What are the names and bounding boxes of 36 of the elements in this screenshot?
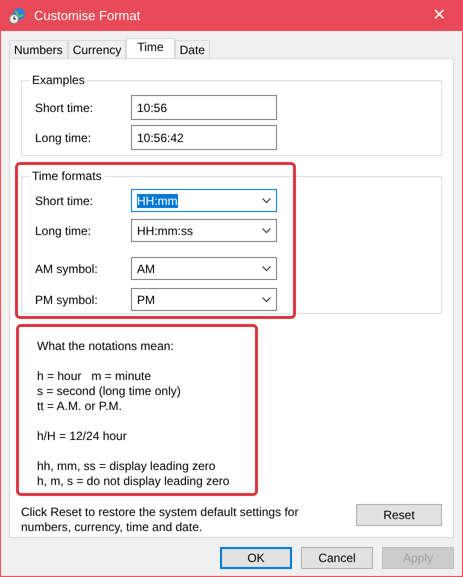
dropdown-field[interactable]: HH:mm	[131, 189, 277, 212]
dialog-button[interactable]: Cancel	[301, 547, 373, 569]
dropdown-field[interactable]: PM	[131, 288, 277, 311]
input-field[interactable]: 10:56	[131, 95, 277, 120]
notes-line: h/H = 12/24 hour	[37, 429, 128, 444]
notes-line: h, m, s = do not display leading zero	[37, 474, 230, 489]
dropdown-field[interactable]: HH:mm:ss	[131, 219, 277, 242]
field-label: Long time:	[35, 222, 92, 240]
reset-button[interactable]: Reset	[356, 504, 442, 526]
field-label: PM symbol:	[35, 292, 99, 308]
input-field[interactable]: 10:56:42	[131, 125, 277, 150]
notes-line: h = hour m = minute	[37, 369, 152, 384]
tab[interactable]: Currency	[68, 40, 126, 58]
globe-clock-icon	[9, 7, 26, 24]
tab[interactable]: Time	[126, 38, 175, 59]
dialog-button[interactable]: OK	[220, 547, 292, 569]
close-button[interactable]: ✕	[424, 4, 454, 28]
chevron-down-icon	[262, 228, 271, 234]
notes-heading: What the notations mean:	[37, 339, 175, 354]
field-label: Short time:	[35, 100, 94, 116]
window-title: Customise Format	[34, 6, 142, 25]
chevron-down-icon	[262, 296, 271, 302]
notes-line: s = second (long time only)	[37, 384, 182, 399]
reset-note: Click Reset to restore the system default settings for numbers, currency, time and date.	[21, 505, 300, 535]
notes-line: tt = A.M. or P.M.	[37, 399, 123, 414]
group-label: Time formats	[30, 169, 104, 183]
chevron-down-icon	[262, 198, 271, 204]
notes-line: hh, mm, ss = display leading zero	[37, 459, 216, 474]
dropdown-field[interactable]: AM	[131, 257, 277, 280]
tab[interactable]: Date	[174, 40, 210, 58]
field-label: AM symbol:	[35, 260, 99, 278]
group-label: Examples	[30, 73, 87, 87]
chevron-down-icon	[262, 266, 271, 272]
field-label: Long time:	[35, 130, 92, 146]
field-label: Short time:	[35, 192, 94, 210]
tab[interactable]: Numbers	[9, 40, 68, 58]
